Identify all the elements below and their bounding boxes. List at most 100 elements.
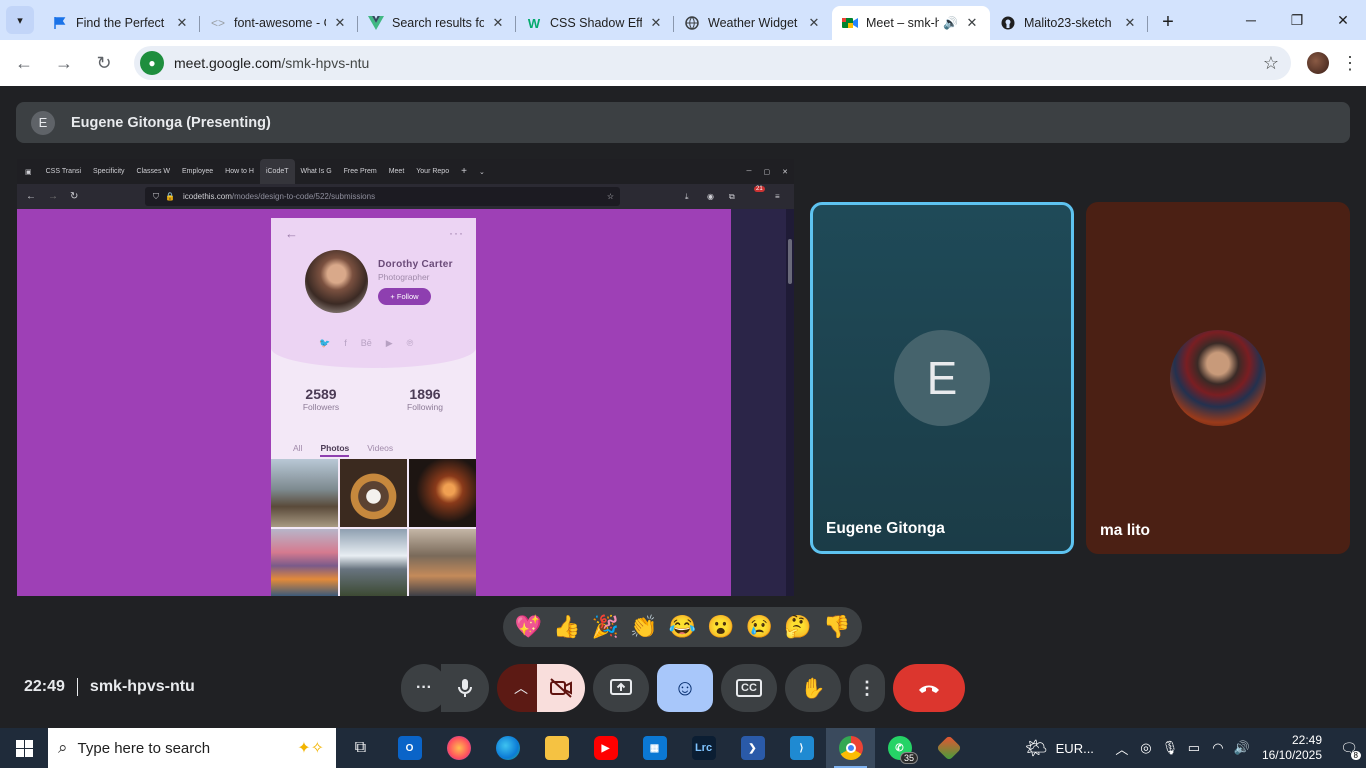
browser-menu-icon[interactable]: ⋮ bbox=[1335, 53, 1365, 74]
chevron-up-icon[interactable]: ︿ bbox=[1110, 739, 1134, 758]
browser-tab[interactable]: Find the Perfect Free ✕ bbox=[42, 6, 200, 40]
wifi-icon[interactable]: ◠ bbox=[1206, 740, 1230, 756]
speaker-icon[interactable]: 🔊 bbox=[943, 16, 958, 30]
card-tab-videos: Videos bbox=[367, 443, 394, 453]
taskbar-store[interactable]: ▦ bbox=[630, 728, 679, 768]
raise-hand-button[interactable]: ✋ bbox=[785, 664, 841, 712]
microphone-icon bbox=[458, 679, 472, 697]
hand-icon: ✋ bbox=[800, 677, 826, 700]
taskbar-powershell[interactable]: ❯ bbox=[728, 728, 777, 768]
microphone-active-icon[interactable]: ● bbox=[140, 51, 164, 75]
taskbar-edge[interactable] bbox=[483, 728, 532, 768]
weather-icon[interactable]: 🌤 bbox=[1025, 738, 1048, 759]
battery-icon[interactable]: ▭ bbox=[1182, 740, 1206, 756]
taskbar-git[interactable] bbox=[924, 728, 973, 768]
shared-url-host: icodethis.com bbox=[182, 192, 232, 201]
close-icon[interactable]: ✕ bbox=[490, 15, 506, 31]
profile-name: Dorothy Carter bbox=[378, 259, 453, 270]
present-screen-icon bbox=[610, 679, 632, 695]
browser-tab[interactable]: Malito23-sketch ✕ bbox=[990, 6, 1148, 40]
shared-tab-menu-icon: ▣ bbox=[25, 168, 32, 176]
reaction-sad[interactable]: 😢 bbox=[742, 614, 778, 640]
reaction-party[interactable]: 🎉 bbox=[587, 614, 623, 640]
camera-off-button[interactable] bbox=[537, 664, 585, 712]
taskbar-chrome[interactable] bbox=[826, 728, 875, 768]
close-window-icon[interactable]: ✕ bbox=[1320, 0, 1366, 40]
profile-avatar[interactable] bbox=[1307, 52, 1329, 74]
browser-tab[interactable]: Weather Widget ✕ bbox=[674, 6, 832, 40]
card-more-icon: ··· bbox=[449, 226, 464, 240]
restore-icon[interactable]: ❐ bbox=[1274, 0, 1320, 40]
shared-url-path: /modes/design-to-code/522/submissions bbox=[231, 192, 376, 201]
taskbar-vscode[interactable]: ⟩ bbox=[777, 728, 826, 768]
reaction-thinking[interactable]: 🤔 bbox=[780, 614, 816, 640]
browser-tab[interactable]: W CSS Shadow Effects ✕ bbox=[516, 6, 674, 40]
taskbar-lightroom[interactable]: Lrc bbox=[679, 728, 728, 768]
captions-button[interactable]: CC bbox=[721, 664, 777, 712]
shared-lock-icon: 🔒 bbox=[165, 192, 175, 201]
close-icon[interactable]: ✕ bbox=[1122, 15, 1138, 31]
close-icon[interactable]: ✕ bbox=[332, 15, 348, 31]
bookmark-star-icon[interactable]: ☆ bbox=[1263, 53, 1279, 74]
task-view-icon: ⧉ bbox=[354, 739, 367, 756]
browser-tab[interactable]: <> font-awesome - Googl ✕ bbox=[200, 6, 358, 40]
reaction-thumbs-up[interactable]: 👍 bbox=[549, 614, 585, 640]
shared-screen[interactable]: ▣ CSS Transi Specificity Classes W Emplo… bbox=[17, 159, 794, 596]
notification-center-button[interactable]: 🗨 8 bbox=[1332, 728, 1366, 768]
taskbar-youtube[interactable]: ▶ bbox=[581, 728, 630, 768]
clock[interactable]: 22:49 16/10/2025 bbox=[1262, 733, 1322, 763]
shared-tab: Your Repo bbox=[416, 168, 450, 175]
card-tabs: All Photos Videos bbox=[293, 443, 393, 457]
tab-title: Malito23-sketch bbox=[1024, 16, 1112, 30]
start-button[interactable] bbox=[0, 728, 48, 768]
taskbar-outlook[interactable]: O bbox=[385, 728, 434, 768]
reaction-laugh[interactable]: 😂 bbox=[664, 614, 700, 640]
shared-scrollbar bbox=[786, 209, 794, 596]
taskbar-search[interactable]: ⌕ Type here to search ✦✧ bbox=[48, 728, 336, 768]
forward-arrow-icon[interactable]: → bbox=[46, 45, 82, 81]
reaction-heart[interactable]: 💖 bbox=[510, 614, 546, 640]
reactions-button[interactable]: ☺ bbox=[657, 664, 713, 712]
meet-stage: E Eugene Gitonga (Presenting) ▣ CSS Tran… bbox=[0, 86, 1366, 728]
taskbar-firefox[interactable] bbox=[434, 728, 483, 768]
taskbar-file-explorer[interactable] bbox=[532, 728, 581, 768]
back-arrow-icon[interactable]: ← bbox=[6, 45, 42, 81]
search-icon: ⌕ bbox=[58, 738, 68, 757]
shared-minimize-icon: ─ bbox=[746, 168, 752, 175]
present-screen-button[interactable] bbox=[593, 664, 649, 712]
reaction-surprised[interactable]: 😮 bbox=[703, 614, 739, 640]
store-icon: ▦ bbox=[642, 736, 667, 760]
shared-menu-icon: ≡ bbox=[775, 192, 780, 201]
tab-title: Weather Widget bbox=[708, 16, 798, 30]
weather-label[interactable]: EUR... bbox=[1056, 741, 1094, 756]
tab-search-button[interactable]: ▾ bbox=[6, 6, 34, 34]
close-icon[interactable]: ✕ bbox=[964, 15, 980, 31]
reaction-thumbs-down[interactable]: 👎 bbox=[819, 614, 855, 640]
microphone-button[interactable] bbox=[441, 664, 489, 712]
microphone-tray-icon[interactable]: 🎙 bbox=[1158, 740, 1182, 756]
taskbar-whatsapp[interactable]: ✆ 35 bbox=[875, 728, 924, 768]
volume-icon[interactable]: 🔊 bbox=[1230, 740, 1254, 756]
participant-tile-eugene[interactable]: E Eugene Gitonga bbox=[810, 202, 1074, 554]
webcam-icon[interactable]: ◎ bbox=[1134, 740, 1158, 756]
close-icon[interactable]: ✕ bbox=[806, 15, 822, 31]
new-tab-button[interactable]: + bbox=[1154, 8, 1182, 36]
minimize-icon[interactable]: ─ bbox=[1228, 0, 1274, 40]
browser-tab-strip: ▾ Find the Perfect Free ✕ <> font-awesom… bbox=[0, 0, 1366, 40]
reaction-clap[interactable]: 👏 bbox=[626, 614, 662, 640]
address-bar[interactable]: ● meet.google.com/smk-hpvs-ntu ☆ bbox=[134, 46, 1291, 80]
shared-tab: Specificity bbox=[93, 168, 125, 175]
photo-thumbnail bbox=[340, 459, 407, 527]
more-options-button[interactable]: ⋮ bbox=[849, 664, 885, 712]
leave-call-button[interactable] bbox=[893, 664, 965, 712]
reload-icon[interactable]: ↻ bbox=[86, 45, 122, 81]
task-view-button[interactable]: ⧉ bbox=[336, 728, 385, 768]
close-icon[interactable]: ✕ bbox=[648, 15, 664, 31]
browser-tab[interactable]: Search results for ✕ bbox=[358, 6, 516, 40]
participant-name: Eugene Gitonga bbox=[826, 520, 945, 537]
participant-tile-malito[interactable]: ma lito bbox=[1086, 202, 1350, 554]
photo-thumbnail bbox=[409, 528, 476, 596]
close-icon[interactable]: ✕ bbox=[174, 15, 190, 31]
browser-tab-active[interactable]: Meet – smk-hpvs-ntu 🔊 ✕ bbox=[832, 6, 990, 40]
flag-icon bbox=[52, 15, 68, 31]
